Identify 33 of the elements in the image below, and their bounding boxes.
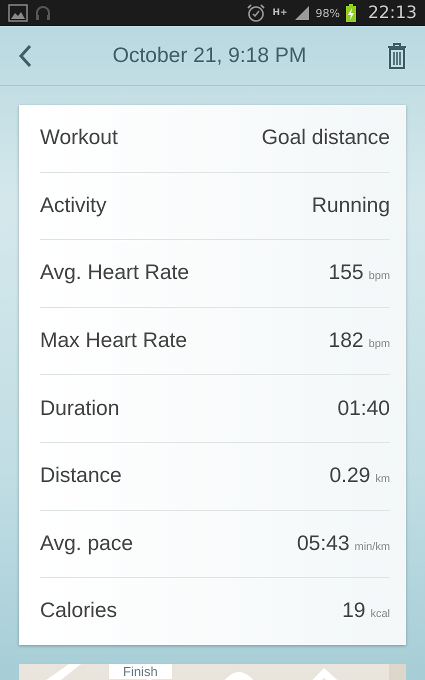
detail-unit: min/km <box>354 540 390 553</box>
battery-percent: 98% <box>316 6 340 20</box>
headphones-icon <box>34 4 52 22</box>
detail-unit: bpm <box>368 270 390 282</box>
page-title: October 21, 9:18 PM <box>112 44 308 68</box>
detail-label: Distance <box>40 464 123 488</box>
trash-icon <box>387 42 407 68</box>
signal-icon <box>294 5 310 21</box>
detail-value: 155 <box>328 261 364 286</box>
detail-value: 19 <box>342 599 366 624</box>
detail-value: 01:40 <box>337 396 390 421</box>
detail-value: Goal distance <box>262 126 390 150</box>
detail-unit: bpm <box>368 338 390 350</box>
detail-label: Calories <box>40 599 118 624</box>
network-type: H+ <box>272 8 288 18</box>
detail-value: 0.29 <box>329 464 370 488</box>
clock-time: 22:13 <box>368 3 417 23</box>
detail-label: Avg. pace <box>40 532 134 556</box>
map-marker-label: Finish <box>109 664 172 679</box>
detail-label: Avg. Heart Rate <box>40 261 190 286</box>
detail-label: Max Heart Rate <box>40 329 188 354</box>
detail-value: 182 <box>328 329 364 354</box>
detail-value: Running <box>312 194 390 218</box>
detail-unit: km <box>375 473 390 486</box>
detail-label: Duration <box>40 396 120 421</box>
detail-label: Activity <box>40 194 108 218</box>
image-icon <box>8 4 28 22</box>
alarm-clock-icon <box>246 3 266 23</box>
detail-label: Workout <box>40 126 119 150</box>
detail-unit: kcal <box>370 608 390 620</box>
back-icon <box>18 44 32 68</box>
detail-value: 05:43 <box>296 532 350 556</box>
battery-charging-icon <box>346 4 356 22</box>
